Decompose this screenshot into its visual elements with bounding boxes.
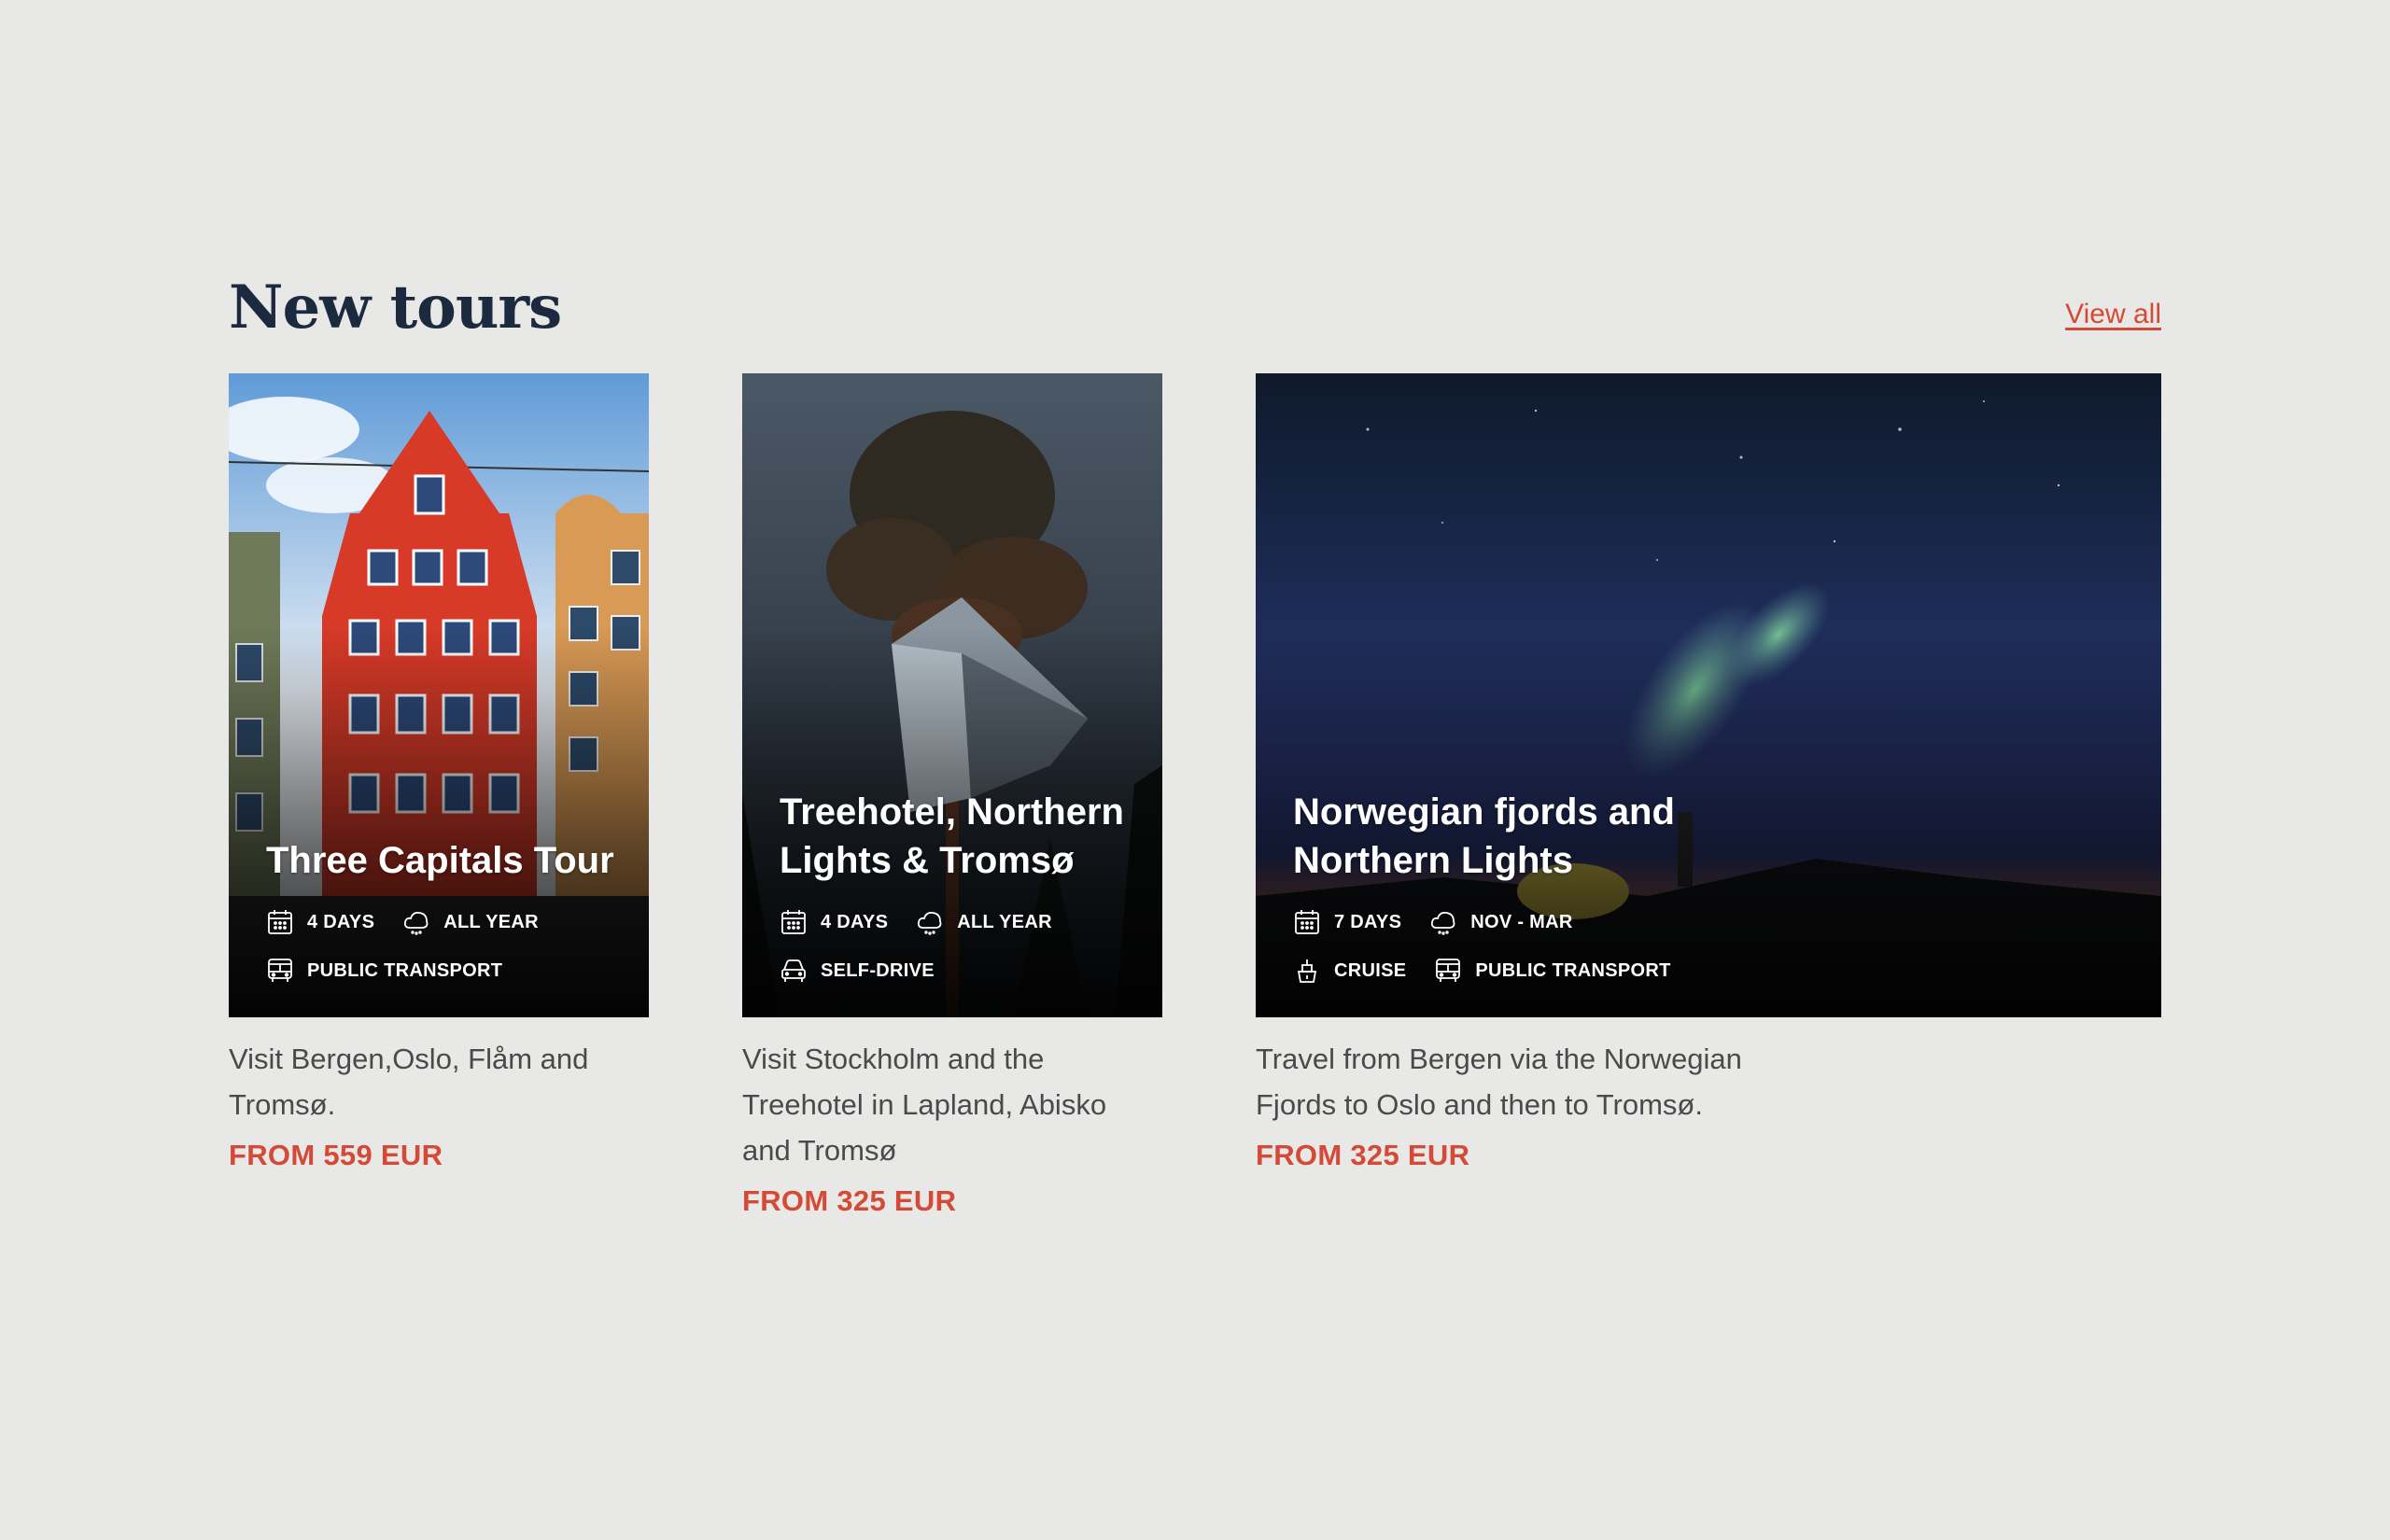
tour-image[interactable]: Treehotel, Northern Lights & Tromsø 4 DA… [742,373,1162,1017]
meta-row: 7 DAYS NOV - MAR [1293,903,2133,941]
meta-row: CRUISE PUBLIC TRANSPORT [1293,952,2133,989]
season: ALL YEAR [916,908,1052,936]
weather-cloud-icon [404,911,429,935]
season-label: ALL YEAR [957,911,1052,932]
duration: 4 DAYS [780,908,888,936]
transport-label: CRUISE [1334,959,1407,981]
tour-image[interactable]: Norwegian fjords and Northern Lights 7 D… [1256,373,2161,1017]
tour-info: Three Capitals Tour 4 DAYS ALL YEAR PUBL… [266,836,621,989]
view-all-link[interactable]: View all [2065,299,2161,330]
tour-price: FROM 325 EUR [1256,1139,1470,1171]
duration-label: 7 DAYS [1334,911,1402,932]
season-label: ALL YEAR [443,911,539,932]
weather-cloud-icon [1431,911,1455,935]
weather-cloud-icon [918,911,942,935]
tour-card-treehotel[interactable]: Treehotel, Northern Lights & Tromsø 4 DA… [742,373,1162,1218]
tour-title[interactable]: Three Capitals Tour [266,836,621,885]
tour-price: FROM 325 EUR [742,1184,957,1217]
transport: PUBLIC TRANSPORT [1434,957,1670,985]
meta-row: 4 DAYS ALL YEAR [266,903,621,941]
tour-title[interactable]: Norwegian fjords and Northern Lights [1293,788,1722,885]
duration: 7 DAYS [1293,908,1401,936]
tour-image[interactable]: Three Capitals Tour 4 DAYS ALL YEAR PUBL… [229,373,649,1017]
bus-icon [1436,959,1461,982]
bus-icon [268,959,292,982]
calendar-icon [1295,910,1319,934]
tour-title[interactable]: Treehotel, Northern Lights & Tromsø [780,788,1134,885]
section-title: New tours [229,273,562,343]
tour-info: Treehotel, Northern Lights & Tromsø 4 DA… [780,788,1134,989]
duration-label: 4 DAYS [307,911,375,932]
tour-info: Norwegian fjords and Northern Lights 7 D… [1293,788,2133,989]
season: NOV - MAR [1429,908,1572,936]
car-icon [781,959,806,982]
tour-description: Visit Stockholm and the Treehotel in Lap… [742,1043,1107,1167]
meta-row: 4 DAYS ALL YEAR [780,903,1134,941]
tour-description: Travel from Bergen via the Norwegian Fjo… [1256,1043,1742,1121]
meta-row: PUBLIC TRANSPORT [266,952,621,989]
transport: CRUISE [1293,957,1406,985]
calendar-icon [268,910,292,934]
tour-card-three-capitals[interactable]: Three Capitals Tour 4 DAYS ALL YEAR PUBL… [229,373,649,1172]
tour-price: FROM 559 EUR [229,1139,443,1171]
transport-label: PUBLIC TRANSPORT [307,959,503,981]
calendar-icon [781,910,806,934]
tour-description: Visit Bergen,Oslo, Flåm and Tromsø. [229,1043,589,1121]
transport: PUBLIC TRANSPORT [266,957,502,985]
duration: 4 DAYS [266,908,374,936]
transport-label: PUBLIC TRANSPORT [1475,959,1671,981]
meta-row: SELF-DRIVE [780,952,1134,989]
season-label: NOV - MAR [1470,911,1573,932]
transport: SELF-DRIVE [780,957,935,985]
duration-label: 4 DAYS [821,911,889,932]
ship-icon [1297,959,1317,983]
transport-label: SELF-DRIVE [821,959,935,981]
season: ALL YEAR [402,908,539,936]
tour-card-norwegian-fjords[interactable]: Norwegian fjords and Northern Lights 7 D… [1256,373,2161,1172]
